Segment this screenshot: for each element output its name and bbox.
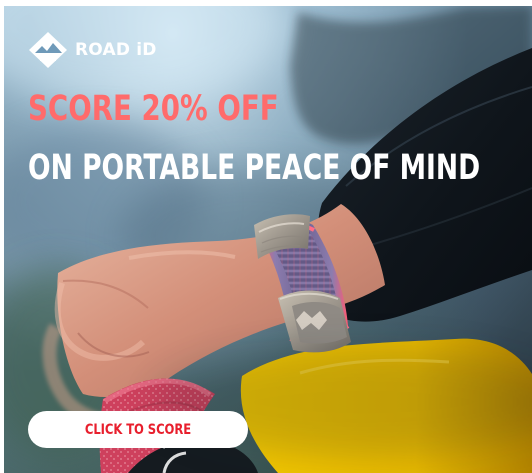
brand-logo[interactable]: ROAD iD bbox=[28, 31, 157, 69]
offer-subheadline: ON PORTABLE PEACE OF MIND bbox=[28, 148, 481, 188]
cta-label: CLICK TO SCORE bbox=[84, 421, 192, 438]
offer-headline: SCORE 20% OFF bbox=[28, 89, 279, 129]
product-photo bbox=[4, 6, 532, 473]
brand-name: ROAD iD bbox=[75, 39, 157, 60]
click-to-score-button[interactable]: CLICK TO SCORE bbox=[28, 411, 248, 448]
advertisement-banner[interactable]: ROAD iD SCORE 20% OFF ON PORTABLE PEACE … bbox=[4, 6, 532, 473]
mountain-diamond-icon bbox=[29, 32, 67, 68]
